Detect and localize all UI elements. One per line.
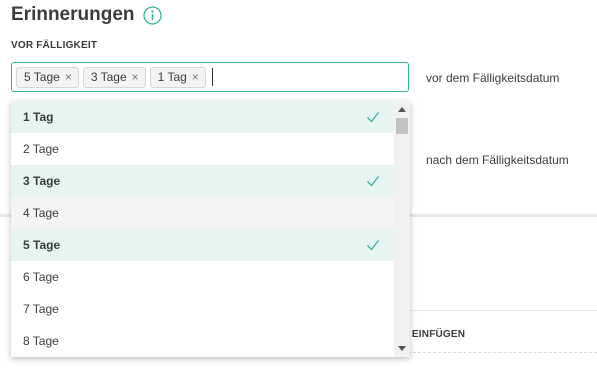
tag-chip: 5 Tage ×	[16, 66, 79, 88]
tag-chip-label: 3 Tage	[90, 70, 127, 84]
checkmark-icon	[367, 240, 380, 251]
text-caret	[211, 68, 213, 86]
tag-chip: 1 Tag ×	[149, 66, 206, 88]
option-label: 6 Tage	[23, 270, 59, 284]
before-due-label: vor dem Fälligkeitsdatum	[426, 71, 560, 85]
dropdown-option[interactable]: 4 Tage	[11, 197, 394, 229]
scrollbar-thumb[interactable]	[396, 118, 408, 134]
dropdown-scrollbar[interactable]	[394, 101, 410, 357]
days-dropdown-list[interactable]: 1 Tag 2 Tage 3 Tage 4 Tage 5 Tage 6 Tage	[11, 101, 410, 357]
dropdown-option[interactable]: 5 Tage	[11, 229, 394, 261]
reminder-tag-input[interactable]: 5 Tage × 3 Tage × 1 Tag ×	[11, 62, 409, 92]
scroll-up-icon[interactable]	[398, 107, 406, 112]
dropdown-options: 1 Tag 2 Tage 3 Tage 4 Tage 5 Tage 6 Tage	[11, 101, 394, 357]
chip-remove-icon[interactable]: ×	[132, 71, 139, 83]
tag-chip: 3 Tage ×	[82, 66, 146, 88]
dropdown-option[interactable]: 1 Tag	[11, 101, 394, 133]
option-label: 2 Tage	[23, 142, 59, 156]
dropdown-option[interactable]: 6 Tage	[11, 261, 394, 293]
title-row: Erinnerungen	[11, 4, 162, 26]
chip-remove-icon[interactable]: ×	[65, 71, 72, 83]
background-dashed-line	[398, 352, 597, 353]
option-label: 1 Tag	[23, 110, 54, 124]
option-label: 4 Tage	[23, 206, 59, 220]
info-icon[interactable]	[142, 5, 162, 25]
tag-chip-label: 5 Tage	[24, 70, 60, 84]
option-label: 7 Tage	[23, 302, 59, 316]
section-label-before-due: VOR FÄLLIGKEIT	[11, 40, 98, 51]
tag-chip-label: 1 Tag	[157, 70, 187, 84]
dropdown-option[interactable]: 3 Tage	[11, 165, 394, 197]
chip-remove-icon[interactable]: ×	[192, 71, 199, 83]
checkmark-icon	[367, 176, 380, 187]
after-due-label: nach dem Fälligkeitsdatum	[426, 153, 569, 167]
dropdown-option[interactable]: 8 Tage	[11, 325, 394, 357]
option-label: 8 Tage	[23, 334, 59, 348]
dropdown-option[interactable]: 7 Tage	[11, 293, 394, 325]
checkmark-icon	[367, 112, 380, 123]
option-label: 5 Tage	[23, 238, 61, 252]
scroll-down-icon[interactable]	[398, 346, 406, 351]
reminder-settings-page: Erinnerungen VOR FÄLLIGKEIT 5 Tage × 3 T…	[0, 0, 597, 377]
option-label: 3 Tage	[23, 174, 61, 188]
page-title: Erinnerungen	[11, 4, 135, 25]
dropdown-option[interactable]: 2 Tage	[11, 133, 394, 165]
